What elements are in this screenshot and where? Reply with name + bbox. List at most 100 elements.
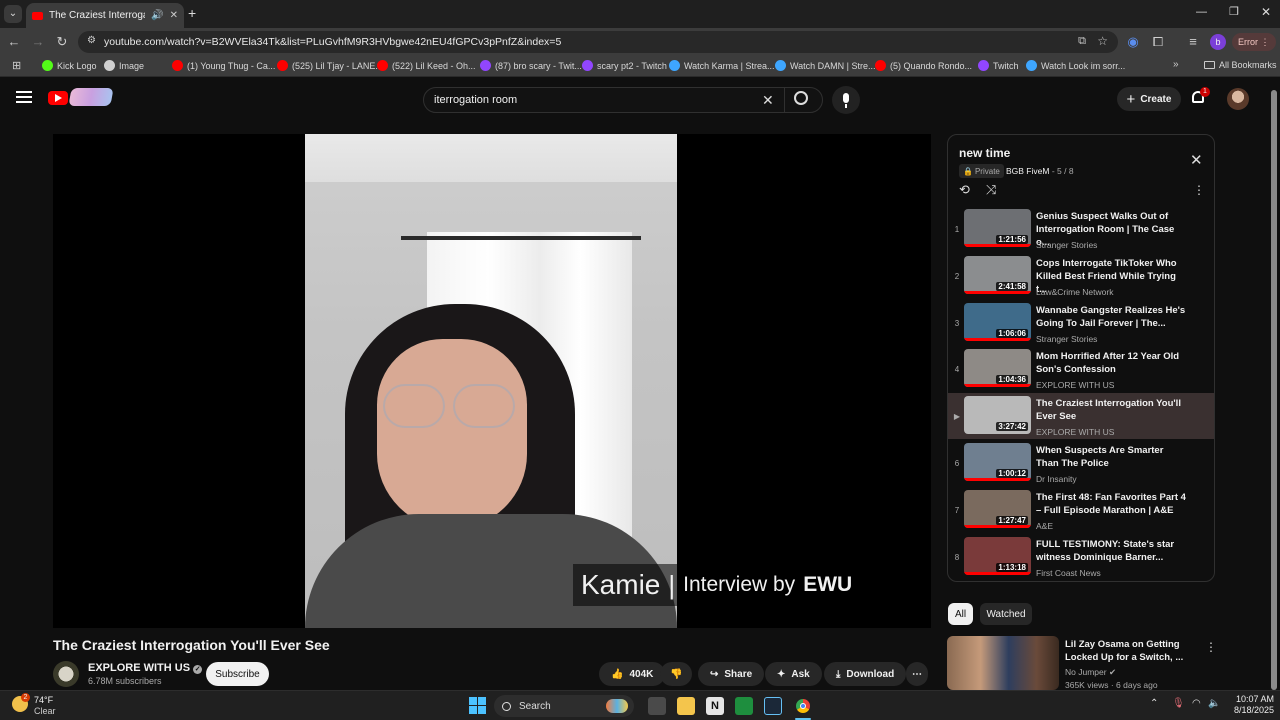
playlist-item[interactable]: 6 1:00:12 When Suspects Are Smarter Than T… xyxy=(948,440,1214,486)
new-tab-button[interactable]: + xyxy=(188,5,196,21)
forward-icon[interactable]: → xyxy=(30,34,46,50)
subscribe-button[interactable]: Subscribe xyxy=(206,662,269,686)
install-icon[interactable]: ⧉ xyxy=(1078,35,1086,48)
download-button[interactable]: ⤓ Download xyxy=(824,662,907,686)
wifi-icon[interactable]: ◠ xyxy=(1192,698,1201,709)
playlist-item[interactable]: ▶ 3:27:42 The Craziest Interrogation You'l… xyxy=(948,393,1214,440)
bookmark-item[interactable]: (525) Lil Tjay - LANE... xyxy=(277,60,383,71)
bookmark-star-icon[interactable]: ☆ xyxy=(1097,34,1108,48)
volume-icon[interactable]: 🔈 xyxy=(1208,698,1220,709)
profile-avatar[interactable]: b xyxy=(1210,34,1226,50)
steam-icon[interactable] xyxy=(764,697,782,715)
thumbs-up-icon: 👍 xyxy=(611,668,624,680)
browser-tab-strip: ⌄ The Craziest Interrogation You'll Ever… xyxy=(0,0,1280,28)
channel-avatar[interactable] xyxy=(53,661,79,687)
chip-all[interactable]: All xyxy=(948,603,973,625)
restore-button[interactable]: ❐ xyxy=(1229,5,1239,18)
playlist-item-title: Wannabe Gangster Realizes He's Going To … xyxy=(1036,304,1186,329)
notion-icon[interactable]: N xyxy=(706,697,724,715)
bookmark-item[interactable]: Image xyxy=(104,60,144,71)
speaker-icon[interactable]: 🔊 xyxy=(151,10,163,21)
bookmark-label: (5) Quando Rondo... xyxy=(890,60,973,71)
bookmark-item[interactable]: (522) Lil Keed - Oh... xyxy=(377,60,476,71)
playlist-item-thumbnail: 1:00:12 xyxy=(964,443,1031,481)
playlist-item[interactable]: 1 1:21:56 Genius Suspect Walks Out of Inte… xyxy=(948,206,1214,252)
watch-progress-bar xyxy=(964,571,1031,575)
bookmark-item[interactable]: Watch DAMN | Stre... xyxy=(775,60,876,71)
more-bookmarks-icon[interactable]: » xyxy=(1173,59,1179,70)
microphone-tray-icon[interactable]: 🎙 xyxy=(1172,698,1185,709)
extension-icon-1[interactable]: ◉ xyxy=(1125,34,1141,50)
download-label: Download xyxy=(846,668,895,680)
scrollbar-thumb[interactable] xyxy=(1271,90,1277,690)
bookmark-item[interactable]: (5) Quando Rondo... xyxy=(875,60,972,71)
bookmark-item[interactable]: Watch Look im sorr... xyxy=(1026,60,1125,71)
playlist-close-icon[interactable]: ✕ xyxy=(1190,151,1203,169)
bookmark-item[interactable]: Kick Logo xyxy=(42,60,97,71)
create-button[interactable]: + Create xyxy=(1117,87,1181,111)
search-icon[interactable] xyxy=(794,91,808,105)
dislike-button[interactable]: 👎 xyxy=(660,662,693,686)
bookmark-item[interactable]: (87) bro scary - Twit... xyxy=(480,60,582,71)
minimize-button[interactable]: — xyxy=(1196,6,1207,18)
watch-progress-bar xyxy=(964,337,1031,341)
page-scrollbar[interactable] xyxy=(1271,90,1277,690)
loop-icon[interactable]: ⟲ xyxy=(959,182,970,198)
file-explorer-icon[interactable] xyxy=(677,697,695,715)
ask-button[interactable]: ✦ Ask xyxy=(765,662,822,686)
tray-chevron-icon[interactable]: ⌃ xyxy=(1150,698,1158,709)
youtube-logo[interactable] xyxy=(48,91,68,105)
voice-search-button[interactable] xyxy=(832,86,860,114)
hamburger-menu-icon[interactable] xyxy=(16,91,32,103)
address-bar-row: ← → ↻ ⚙ youtube.com/watch?v=B2WVEla34Tk&… xyxy=(0,28,1280,56)
shuffle-icon[interactable]: ⤨ xyxy=(986,182,996,198)
active-tab[interactable]: The Craziest Interrogation You'll Ever S… xyxy=(26,3,184,28)
bookmark-item[interactable]: (1) Young Thug - Ca... xyxy=(172,60,275,71)
close-tab-icon[interactable]: ✕ xyxy=(170,10,178,21)
sheets-icon[interactable] xyxy=(735,697,753,715)
weather-widget[interactable]: 2 74°F Clear xyxy=(12,693,72,719)
clock[interactable]: 10:07 AM 8/18/2025 xyxy=(1224,694,1274,716)
more-actions-button[interactable]: ⋯ xyxy=(906,662,928,686)
account-avatar[interactable] xyxy=(1227,88,1249,110)
playlist-item[interactable]: 8 1:13:18 FULL TESTIMONY: State's star wit… xyxy=(948,534,1214,580)
bookmark-item[interactable]: scary pt2 - Twitch xyxy=(582,60,667,71)
tab-search-button[interactable]: ⌄ xyxy=(4,5,22,23)
extensions-puzzle-icon[interactable]: ⧠ xyxy=(1150,34,1166,50)
media-controls-icon[interactable]: ≡ xyxy=(1185,34,1201,50)
close-window-button[interactable]: ✕ xyxy=(1261,5,1271,19)
reload-icon[interactable]: ↻ xyxy=(54,34,70,50)
share-button[interactable]: ↪ Share xyxy=(698,662,765,686)
chrome-icon[interactable] xyxy=(794,697,812,715)
video-player[interactable]: Kamie | Interview by EWU xyxy=(53,134,931,628)
video-frame xyxy=(305,134,677,628)
channel-name[interactable]: EXPLORE WITH US ✓ xyxy=(88,662,203,674)
all-bookmarks[interactable]: All Bookmarks xyxy=(1204,60,1277,70)
like-button[interactable]: 👍 404K xyxy=(599,662,666,686)
clear-search-icon[interactable]: ✕ xyxy=(762,92,774,109)
bookmark-favicon-icon xyxy=(875,60,886,71)
notifications-bell-icon[interactable]: 1 xyxy=(1192,87,1210,105)
site-info-icon[interactable]: ⚙ xyxy=(87,35,96,46)
error-badge[interactable]: Error ⋮ xyxy=(1232,33,1276,51)
playlist-item[interactable]: 7 1:27:47 The First 48: Fan Favorites Part… xyxy=(948,487,1214,533)
search-input[interactable]: iterrogation room ✕ xyxy=(423,87,823,113)
thumbs-down-icon: 👎 xyxy=(670,668,683,680)
bookmark-item[interactable]: Twitch xyxy=(978,60,1019,71)
playlist-title[interactable]: new time xyxy=(959,146,1010,160)
url-bar[interactable]: ⚙ youtube.com/watch?v=B2WVEla34Tk&list=P… xyxy=(78,31,1118,53)
playlist-item[interactable]: 2 2:41:58 Cops Interrogate TikToker Who Ki… xyxy=(948,253,1214,299)
task-view-icon[interactable] xyxy=(648,697,666,715)
playlist-item[interactable]: 4 1:04:36 Mom Horrified After 12 Year Old … xyxy=(948,346,1214,392)
taskbar-search-box[interactable]: Search xyxy=(494,695,634,717)
apps-grid-icon[interactable]: ⊞ xyxy=(12,59,21,72)
windows-taskbar: 2 74°F Clear Search N ⌃ 🎙 ◠ 🔈 10:07 AM 8… xyxy=(0,690,1280,720)
start-button[interactable] xyxy=(469,697,486,714)
chip-watched[interactable]: Watched xyxy=(980,603,1032,625)
playlist-menu-icon[interactable]: ⋮ xyxy=(1193,183,1205,197)
playlist-item[interactable]: 3 1:06:06 Wannabe Gangster Realizes He's G… xyxy=(948,300,1214,346)
bookmark-item[interactable]: Watch Karma | Strea... xyxy=(669,60,775,71)
recommended-item[interactable]: Lil Zay Osama on Getting Locked Up for a… xyxy=(947,636,1227,690)
back-icon[interactable]: ← xyxy=(6,34,22,50)
recommended-menu-icon[interactable]: ⋮ xyxy=(1205,640,1217,654)
